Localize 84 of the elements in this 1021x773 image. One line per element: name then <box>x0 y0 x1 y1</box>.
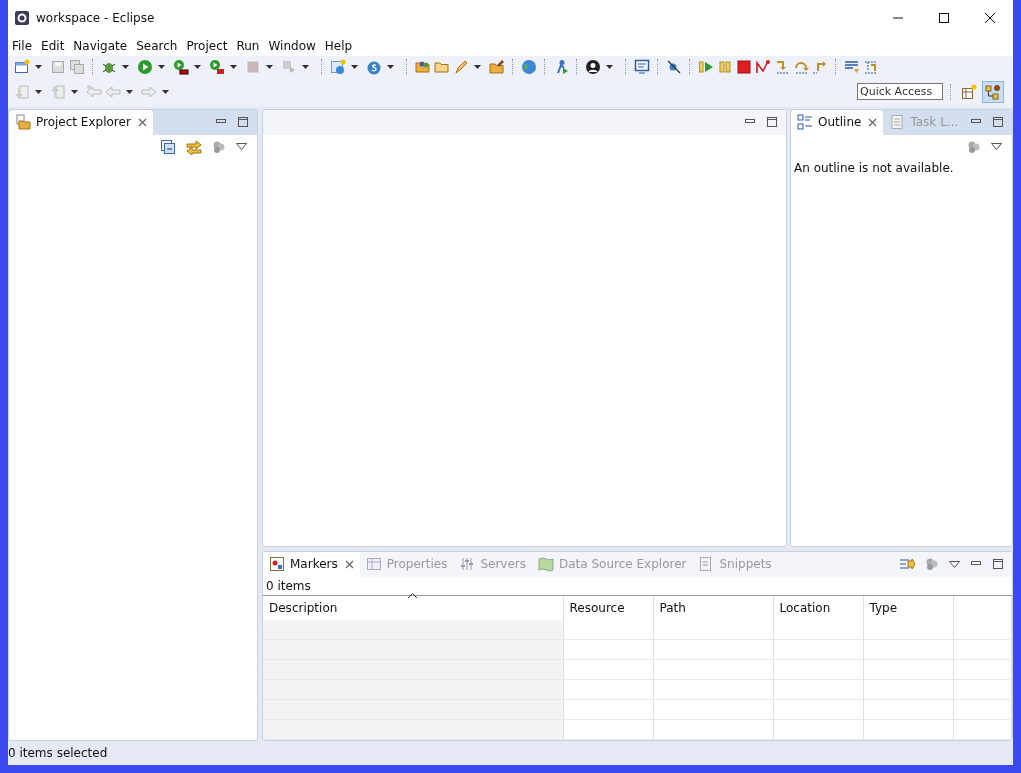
outline-tree-icon[interactable] <box>797 114 813 131</box>
view-tab[interactable]: Markers <box>263 551 360 577</box>
open-perspective-icon[interactable] <box>961 83 977 100</box>
close-icon[interactable] <box>344 559 354 569</box>
play-icon[interactable] <box>137 59 153 76</box>
menu-item[interactable]: Navigate <box>73 38 137 53</box>
dropdown-caret-icon[interactable] <box>606 65 613 70</box>
menu-item[interactable]: Project <box>186 38 237 53</box>
column-header[interactable]: Type <box>863 595 953 620</box>
lines-arrow-icon[interactable] <box>844 59 860 76</box>
sliders-icon[interactable] <box>459 556 476 573</box>
maximize-icon <box>939 13 949 23</box>
dropdown-caret-icon[interactable] <box>266 65 273 70</box>
step-return-icon[interactable] <box>812 59 828 76</box>
beads-icon[interactable] <box>925 557 939 572</box>
s-circle-icon[interactable] <box>366 59 382 76</box>
dropdown-caret-icon[interactable] <box>474 65 481 70</box>
menu-item[interactable]: Search <box>136 38 187 53</box>
menu-item[interactable]: Window <box>268 38 325 53</box>
dropdown-caret-icon[interactable] <box>158 65 165 70</box>
folder-document-icon[interactable] <box>15 114 31 131</box>
dropdown-caret-icon[interactable] <box>126 89 133 94</box>
new-window-icon[interactable] <box>14 59 30 76</box>
dropdown-caret-icon[interactable] <box>162 89 169 94</box>
view-tab[interactable]: Outline <box>791 109 884 135</box>
maximize-icon[interactable] <box>237 116 249 129</box>
disconnect-icon[interactable] <box>755 59 771 76</box>
close-icon <box>985 13 995 23</box>
column-header[interactable]: Resource <box>563 595 653 620</box>
maximize-icon[interactable] <box>766 116 778 129</box>
play-coverage-icon[interactable] <box>173 59 189 76</box>
column-header[interactable]: Path <box>653 595 773 620</box>
link-arrows-icon[interactable] <box>186 138 202 155</box>
menu-item[interactable]: File <box>12 38 42 53</box>
menu-item[interactable]: Help <box>324 38 362 53</box>
window-title: workspace - Eclipse <box>36 11 156 25</box>
pencil-icon[interactable] <box>453 59 469 76</box>
menu-item[interactable]: Run <box>236 38 269 53</box>
dropdown-caret-icon[interactable] <box>230 65 237 70</box>
server-globe-icon[interactable] <box>330 59 346 76</box>
dropdown-caret-icon[interactable] <box>122 65 129 70</box>
maximize-icon[interactable] <box>992 116 1004 129</box>
dropdown-caret-icon[interactable] <box>387 65 394 70</box>
status-text: 0 items selected <box>8 745 108 760</box>
dropdown-caret-icon[interactable] <box>302 65 309 70</box>
collapse-all-icon[interactable] <box>160 138 176 155</box>
dropdown-caret-icon[interactable] <box>194 65 201 70</box>
eclipse-logo-icon <box>14 10 30 26</box>
close-icon[interactable] <box>868 117 878 127</box>
dropdown-caret-icon[interactable] <box>35 65 42 70</box>
column-header[interactable]: Description <box>263 595 563 620</box>
view-menu-icon[interactable] <box>949 560 960 568</box>
monitor-icon[interactable] <box>634 59 650 76</box>
globe-icon[interactable] <box>521 59 537 76</box>
perspective-nodes-icon[interactable] <box>985 83 1001 100</box>
step-into-icon[interactable] <box>774 59 790 76</box>
folder-icon[interactable] <box>434 59 450 76</box>
sort-ascending-icon <box>408 592 417 598</box>
stop-square-icon[interactable] <box>736 59 752 76</box>
column-header[interactable]: Location <box>773 595 863 620</box>
view-tab[interactable]: Project Explorer <box>9 109 153 135</box>
step-over-icon[interactable] <box>793 59 809 76</box>
resume-icon[interactable] <box>698 59 714 76</box>
view-menu-icon[interactable] <box>236 143 247 151</box>
folder-brush-icon[interactable] <box>489 59 505 76</box>
user-avatar-icon[interactable] <box>585 59 601 76</box>
play-toolbox-icon[interactable] <box>209 59 225 76</box>
pin-slash-icon[interactable] <box>666 59 682 76</box>
beads-icon[interactable] <box>212 139 226 154</box>
maximize-icon[interactable] <box>992 558 1004 571</box>
marker-document-icon[interactable] <box>269 556 285 573</box>
quick-access-field[interactable]: Quick Access <box>857 83 943 101</box>
item-count: 0 items <box>263 576 1012 596</box>
filter-arrow-icon[interactable] <box>863 59 879 76</box>
dropdown-caret-icon[interactable] <box>35 89 42 94</box>
beads-icon[interactable] <box>967 139 981 154</box>
view-menu-icon[interactable] <box>991 143 1002 151</box>
back-star-icon[interactable] <box>86 83 102 100</box>
outline-message: An outline is not available. <box>793 159 955 177</box>
dropdown-caret-icon[interactable] <box>351 65 358 70</box>
open-folder-icon[interactable] <box>415 59 431 76</box>
menu-item[interactable]: Edit <box>41 38 74 53</box>
close-icon[interactable] <box>137 117 147 127</box>
dropdown-caret-icon[interactable] <box>71 89 78 94</box>
